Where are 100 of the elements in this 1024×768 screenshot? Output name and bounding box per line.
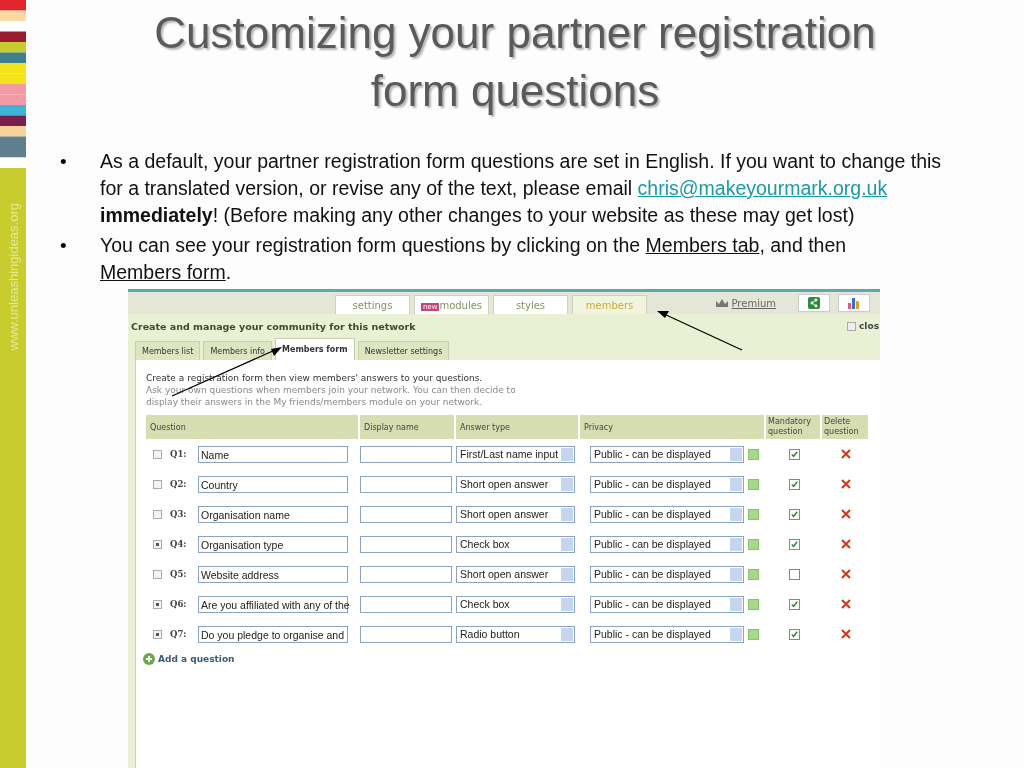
delete-icon[interactable] [841, 479, 851, 489]
dropdown-icon [730, 627, 742, 641]
stats-button[interactable] [838, 294, 870, 312]
status-square-icon [748, 508, 759, 520]
display-name-field[interactable] [360, 445, 452, 463]
mandatory-checkbox[interactable] [788, 598, 800, 610]
dropdown-icon [561, 567, 573, 581]
dropdown-icon [561, 597, 573, 611]
sub-tab[interactable]: Newsletter settings [357, 341, 450, 360]
row-box-icon[interactable] [153, 509, 162, 519]
privacy-select[interactable]: Public - can be displayed [590, 565, 744, 583]
bullet-mark: • [60, 234, 68, 258]
display-name-field[interactable] [360, 595, 452, 613]
dropdown-icon [730, 507, 742, 521]
delete-icon[interactable] [841, 539, 851, 549]
question-number: Q3: [170, 509, 187, 519]
dropdown-icon [561, 477, 573, 491]
delete-icon[interactable] [841, 629, 851, 639]
add-icon [143, 653, 155, 665]
status-square-icon [748, 478, 759, 490]
answer-type-select[interactable]: Radio button [456, 625, 575, 643]
question-number: Q1: [170, 449, 187, 459]
answer-type-select[interactable]: First/Last name input [456, 445, 575, 463]
delete-icon[interactable] [841, 599, 851, 609]
column-header: Question [146, 415, 360, 439]
sub-tab[interactable]: Members list [135, 341, 201, 360]
row-box-icon[interactable] [153, 479, 162, 489]
mandatory-checkbox[interactable] [788, 508, 800, 520]
row-box-icon[interactable] [153, 569, 162, 579]
link[interactable]: Members form [100, 261, 226, 283]
sub-tab[interactable]: Members info [203, 341, 272, 360]
status-square-icon [748, 568, 759, 580]
delete-icon[interactable] [841, 569, 851, 579]
dropdown-icon [561, 447, 573, 461]
close-button[interactable]: clos [847, 321, 879, 331]
delete-icon[interactable] [841, 509, 851, 519]
add-question-button[interactable]: Add a question [143, 653, 235, 665]
privacy-select[interactable]: Public - can be displayed [590, 595, 744, 613]
mandatory-checkbox[interactable] [788, 538, 800, 550]
column-header: Mandatory question [766, 415, 822, 439]
status-square-icon [748, 448, 759, 460]
status-square-icon [748, 598, 759, 610]
dropdown-icon [561, 507, 573, 521]
sub-tab[interactable]: Members form [275, 338, 355, 360]
share-button[interactable] [798, 294, 830, 312]
mandatory-checkbox[interactable] [788, 628, 800, 640]
expand-icon[interactable] [153, 539, 162, 549]
close-icon [847, 321, 857, 331]
row-box-icon[interactable] [153, 449, 162, 459]
question-field[interactable]: Website address [198, 565, 348, 583]
question-number: Q7: [170, 629, 187, 639]
question-field[interactable]: Name [198, 445, 348, 463]
question-field[interactable]: Organisation name [198, 505, 348, 523]
answer-type-select[interactable]: Short open answer [456, 505, 575, 523]
mandatory-checkbox[interactable] [788, 448, 800, 460]
bullet-text: You can see your registration form questions by clicking on the Members tab, and then Members form. [100, 233, 848, 285]
question-number: Q5: [170, 569, 187, 579]
question-field[interactable]: Organisation type [198, 535, 348, 553]
display-name-field[interactable] [360, 505, 452, 523]
answer-type-select[interactable]: Short open answer [456, 565, 575, 583]
display-name-field[interactable] [360, 535, 452, 553]
privacy-select[interactable]: Public - can be displayed [590, 505, 744, 523]
bullet-text: As a default, your partner registration form questions are set in English. If you want to change this for a translated version, or revise any of the text, please email chris@makeyourmark.org.uk immediately! (Before making any other changes to your website as these may get lost) [100, 149, 943, 228]
premium-link[interactable]: Premium [731, 297, 776, 309]
display-name-field[interactable] [360, 475, 452, 493]
slide-title: Customizing your partner registration form questions [153, 7, 877, 117]
privacy-select[interactable]: Public - can be displayed [590, 535, 744, 553]
intro-hint: Ask your own questions when members join your network. You can then decide to display their answers in the My friends/members module on your network. [146, 384, 517, 408]
question-number: Q4: [170, 539, 187, 549]
crown-icon [714, 298, 729, 308]
column-header: Display name [360, 415, 456, 439]
display-name-field[interactable] [360, 625, 452, 643]
answer-type-select[interactable]: Check box [456, 595, 575, 613]
answer-type-select[interactable]: Check box [456, 535, 575, 553]
status-square-icon [748, 628, 759, 640]
column-header: Answer type [456, 415, 580, 439]
privacy-select[interactable]: Public - can be displayed [590, 625, 744, 643]
dropdown-icon [730, 597, 742, 611]
answer-type-select[interactable]: Short open answer [456, 475, 575, 493]
status-square-icon [748, 538, 759, 550]
privacy-select[interactable]: Public - can be displayed [590, 475, 744, 493]
expand-icon[interactable] [153, 629, 162, 639]
dropdown-icon [730, 567, 742, 581]
privacy-select[interactable]: Public - can be displayed [590, 445, 744, 463]
mandatory-checkbox[interactable] [788, 568, 800, 580]
column-header: Privacy [580, 415, 766, 439]
website-url: www.unleashingideas.org [5, 203, 21, 351]
display-name-field[interactable] [360, 565, 452, 583]
dropdown-icon [561, 537, 573, 551]
expand-icon[interactable] [153, 599, 162, 609]
dropdown-icon [730, 537, 742, 551]
question-field[interactable]: Are you affiliated with any of the [198, 595, 348, 613]
delete-icon[interactable] [841, 449, 851, 459]
link[interactable]: Members tab [645, 234, 760, 256]
dropdown-icon [561, 627, 573, 641]
bullet-mark: • [60, 150, 68, 174]
question-field[interactable]: Do you pledge to organise and [198, 625, 348, 643]
question-field[interactable]: Country [198, 475, 348, 493]
mandatory-checkbox[interactable] [788, 478, 800, 490]
panel-heading: Create and manage your community for this network [131, 320, 416, 332]
